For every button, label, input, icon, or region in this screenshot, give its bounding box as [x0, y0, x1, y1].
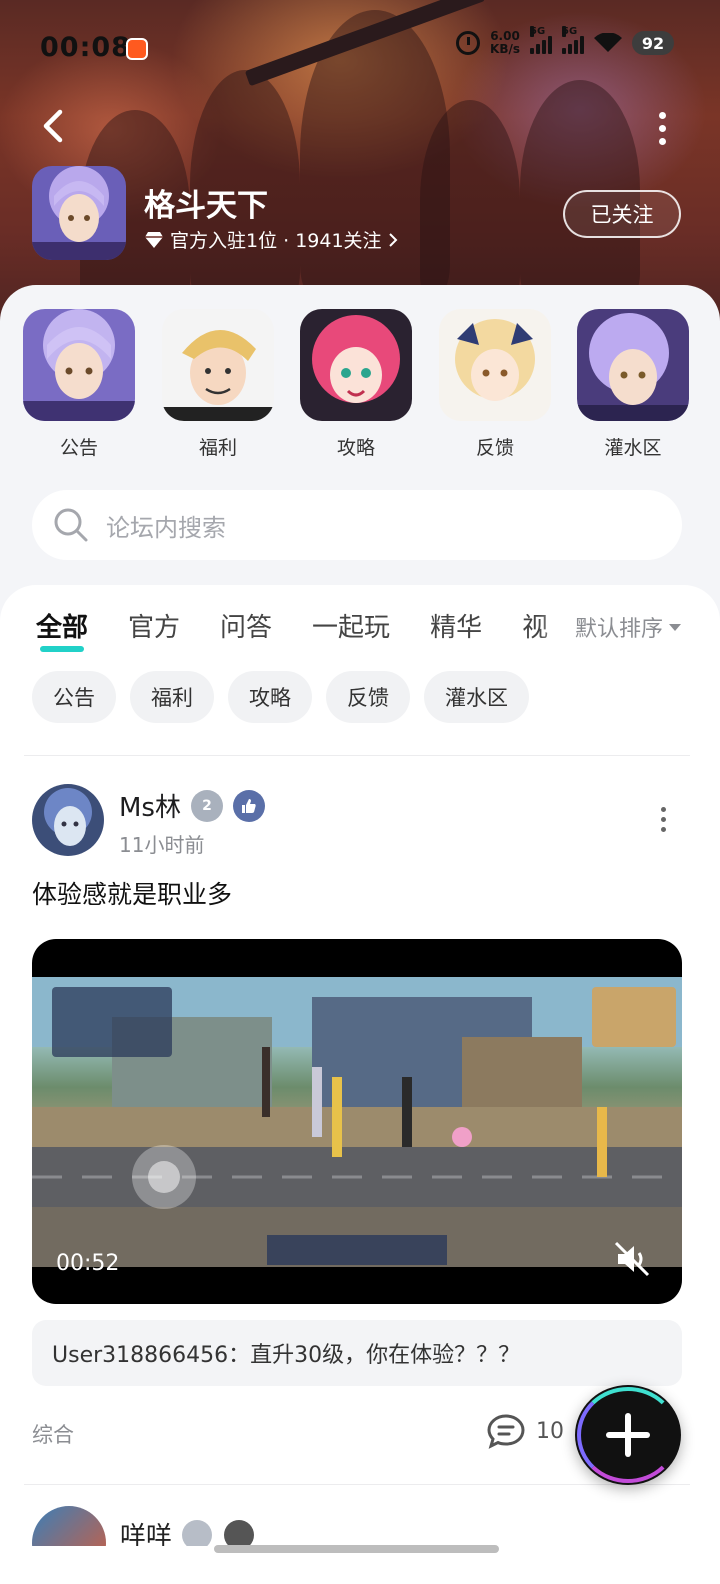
post-title[interactable]: 体验感就是职业多	[32, 875, 232, 911]
post-author[interactable]: Ms林 2	[119, 787, 265, 824]
chip-announcement[interactable]: 公告	[32, 671, 116, 723]
category-image	[300, 309, 412, 421]
tab-fade	[538, 599, 574, 649]
category-feedback[interactable]: 反馈	[439, 309, 551, 460]
tab-all[interactable]: 全部	[36, 607, 88, 652]
game-banner: 00:08 6.00 KB/s 5G 5G 92 格斗天下 官方入驻1位 · 1…	[0, 0, 720, 330]
app-notification-icon	[126, 38, 148, 60]
level-badge-icon: 2	[190, 789, 223, 822]
divider	[24, 1484, 690, 1485]
comment-button[interactable]: 10	[486, 1413, 564, 1449]
back-arrow-icon[interactable]	[36, 106, 72, 146]
category-row: 公告 福利 攻略 反馈 灌水区	[0, 309, 720, 459]
avatar	[32, 1506, 106, 1546]
status-bar: 00:08 6.00 KB/s 5G 5G 92	[0, 26, 720, 70]
caret-down-icon	[669, 623, 682, 631]
game-meta[interactable]: 官方入驻1位 · 1941关注	[144, 226, 398, 253]
avatar[interactable]	[32, 784, 104, 856]
battery-indicator: 92	[632, 31, 674, 55]
category-chat[interactable]: 灌水区	[577, 309, 689, 460]
category-welfare[interactable]: 福利	[162, 309, 274, 460]
video-player[interactable]: 00:52	[32, 939, 682, 1304]
follow-button[interactable]: 已关注	[563, 190, 681, 238]
banner-art	[420, 100, 520, 300]
hot-comment[interactable]: User318866456：直升30级，你在体验？？？	[32, 1320, 682, 1386]
level-badge-icon	[182, 1520, 212, 1546]
category-image	[23, 309, 135, 421]
feed-tabs: 全部 官方 问答 一起玩 精华 视	[36, 607, 588, 653]
category-announcement[interactable]: 公告	[23, 309, 135, 460]
create-post-button[interactable]	[575, 1385, 681, 1485]
next-post-preview[interactable]: 咩咩	[32, 1506, 712, 1546]
filter-chips: 公告 福利 攻略 反馈 灌水区	[32, 671, 529, 723]
wifi-icon	[594, 33, 622, 52]
chip-welfare[interactable]: 福利	[130, 671, 214, 723]
chip-feedback[interactable]: 反馈	[326, 671, 410, 723]
signal-icon: 5G	[562, 26, 584, 54]
diamond-icon	[145, 231, 163, 248]
game-name: 格斗天下	[144, 188, 268, 224]
home-indicator[interactable]	[214, 1545, 499, 1553]
post-time: 11小时前	[119, 833, 205, 857]
net-speed: 6.00 KB/s	[490, 29, 520, 56]
sort-dropdown[interactable]: 默认排序	[575, 611, 682, 643]
mute-icon[interactable]	[612, 1239, 652, 1279]
video-duration: 00:52	[56, 1251, 120, 1276]
tab-official[interactable]: 官方	[128, 607, 180, 644]
category-image	[439, 309, 551, 421]
chip-guide[interactable]: 攻略	[228, 671, 312, 723]
thumbs-up-icon	[232, 789, 265, 822]
chevron-right-icon	[388, 232, 397, 247]
video-thumbnail	[32, 977, 682, 1267]
category-guide[interactable]: 攻略	[300, 309, 412, 460]
signal-icon: 5G	[530, 26, 552, 54]
divider	[24, 755, 690, 756]
tab-play-together[interactable]: 一起玩	[312, 607, 390, 644]
search-input[interactable]: 论坛内搜索	[32, 490, 682, 560]
post-category-tag[interactable]: 综合	[32, 1419, 74, 1449]
search-placeholder: 论坛内搜索	[106, 513, 226, 542]
tab-qa[interactable]: 问答	[220, 607, 272, 644]
category-image	[162, 309, 274, 421]
alarm-icon	[456, 31, 481, 55]
badge-icon	[224, 1520, 254, 1546]
tab-featured[interactable]: 精华	[430, 607, 482, 644]
post-more-icon[interactable]	[655, 807, 671, 833]
clock: 00:08	[40, 32, 131, 63]
game-icon	[32, 166, 126, 260]
comment-icon	[487, 1414, 525, 1449]
plus-icon	[606, 1413, 650, 1457]
chip-chat[interactable]: 灌水区	[424, 671, 529, 723]
more-options-icon[interactable]	[650, 112, 674, 148]
post-author: 咩咩	[120, 1522, 173, 1546]
category-image	[577, 309, 689, 421]
search-icon	[54, 508, 88, 542]
